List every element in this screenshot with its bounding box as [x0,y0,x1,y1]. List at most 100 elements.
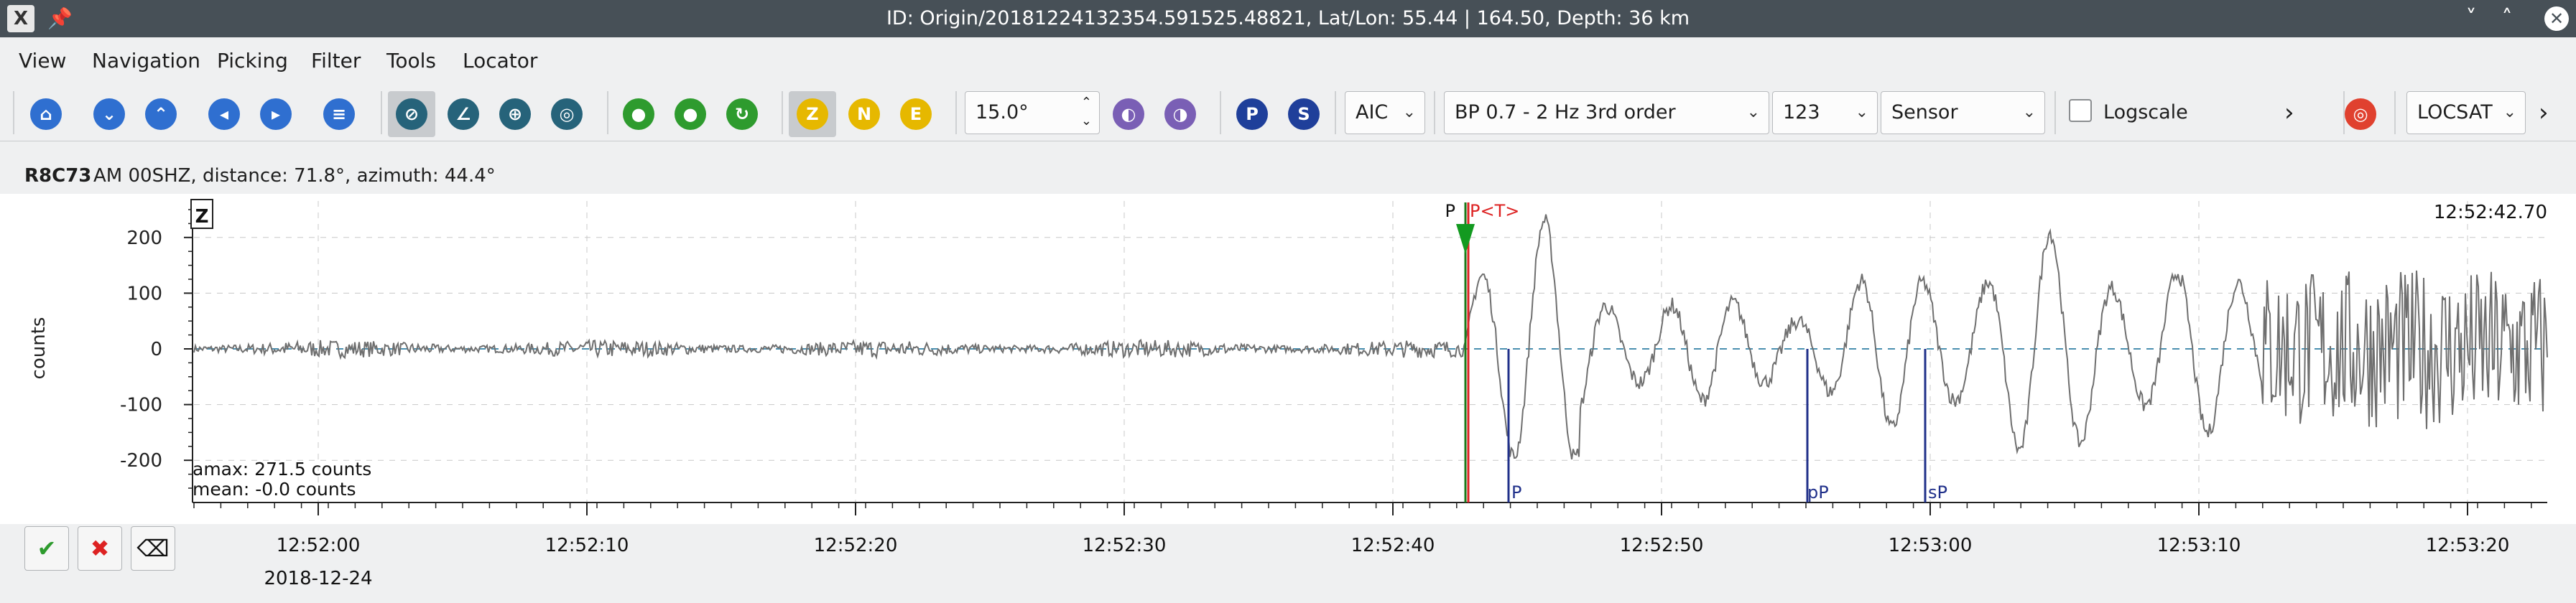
toolbar-separator [782,91,783,134]
sp-arrival-label: sP [1928,482,1947,502]
filter-select[interactable]: BP 0.7 - 2 Hz 3rd order ⌄ [1444,91,1769,134]
toolbar: ⌂ ⌄ ⌃ ◂ ▸ ≡ ⊘ ∠ ⊕ ◎ ● ● ↻ Z N E 15.0° ⌃ … [0,84,2576,141]
reject-button[interactable]: ✖ [78,526,122,571]
pick-s-button[interactable]: S [1288,98,1320,130]
p-arrival-label: P [1511,482,1521,502]
minimize-button[interactable]: ˅ [2457,4,2485,33]
station-code: R8C73 [24,165,92,187]
amax-label: amax: 271.5 counts [193,459,371,480]
pick-s-icon[interactable]: ● [675,98,706,130]
pick-p-button[interactable]: P [1236,98,1268,130]
rotate-icon[interactable]: ⊘ [396,98,427,130]
time-tick-label: 12:52:00 [277,535,361,556]
trace-plot[interactable]: 2001000-100-200 counts Z P P<T> P pP sP … [0,194,2576,531]
toolbar-separator [955,91,957,134]
y-tick-group: 200 100 0 -100 -200 [120,209,193,489]
toolbar-separator [381,91,382,134]
angle-value: 15.0° [976,101,1029,123]
y-tick-label: -200 [120,450,162,472]
angle-icon[interactable]: ∠ [448,98,479,130]
home-icon[interactable]: ⌂ [30,98,62,130]
toolbar-separator [1434,91,1435,134]
toolbar-separator [13,91,14,134]
accept-button[interactable]: ✔ [24,526,69,571]
unit-select[interactable]: Sensor ⌄ [1881,91,2045,134]
component-z-button[interactable]: Z [797,98,828,130]
toolbar-more-button[interactable]: › [2284,91,2294,134]
filter-value: BP 0.7 - 2 Hz 3rd order [1455,101,1676,123]
rotate-right-icon[interactable]: ◑ [1164,98,1196,130]
toolbar-overflow-button[interactable]: › [2539,91,2549,134]
title-bar: X 📌 ID: Origin/20181224132354.591525.488… [0,0,2576,37]
menu-filter[interactable]: Filter [311,37,361,84]
toolbar-separator [2054,91,2056,134]
menu-view[interactable]: View [19,37,66,84]
step-left-icon[interactable]: ◂ [208,98,240,130]
time-tick-label: 12:53:10 [2157,535,2241,556]
toolbar-separator [607,91,608,134]
spectrum-icon[interactable]: ◎ [551,98,583,130]
logscale-checkbox[interactable] [2069,99,2092,122]
zoom-icon[interactable]: ⊕ [499,98,531,130]
spin-up-icon[interactable]: ⌃ [1081,95,1092,111]
toolbar-separator [2394,91,2396,134]
toolbar-separator [1335,91,1336,134]
rotate-left-icon[interactable]: ◐ [1113,98,1144,130]
scroll-up-icon[interactable]: ⌃ [145,98,177,130]
time-tick-label: 12:52:20 [814,535,898,556]
picker-method-select[interactable]: AIC ⌄ [1345,91,1425,134]
components-select[interactable]: 123 ⌄ [1772,91,1878,134]
date-label: 2018-12-24 [264,568,372,589]
component-e-button[interactable]: E [900,98,932,130]
seismogram-trace [193,214,2548,460]
mean-label: mean: -0.0 counts [193,479,356,500]
chevron-down-icon: ⌄ [1402,103,1416,121]
time-tick-label: 12:52:10 [545,535,629,556]
time-tick-label: 12:52:50 [1620,535,1704,556]
time-tick-label: 12:52:40 [1351,535,1435,556]
logscale-label[interactable]: Logscale [2103,91,2188,134]
picker-method-value: AIC [1356,101,1389,123]
y-axis-label: counts [28,317,50,380]
locator-value: LOCSAT [2417,101,2493,123]
spin-down-icon[interactable]: ⌄ [1081,113,1092,129]
y-tick-label: 100 [126,283,162,304]
scroll-down-icon[interactable]: ⌄ [93,98,125,130]
components-value: 123 [1783,101,1820,123]
manual-p-pick-label: P [1445,201,1455,221]
component-n-button[interactable]: N [848,98,880,130]
component-label: Z [195,206,209,228]
time-tick-label: 12:53:00 [1889,535,1973,556]
align-icon[interactable]: ≡ [323,98,355,130]
toolbar-separator [1220,91,1221,134]
end-time-label: 12:52:42.70 [2434,202,2547,223]
locator-select[interactable]: LOCSAT ⌄ [2406,91,2526,134]
theoretical-p-pick-label: P<T> [1470,201,1519,221]
menu-bar: View Navigation Picking Filter Tools Loc… [0,37,2576,84]
chevron-down-icon: ⌄ [1746,103,1760,121]
trace-info-bar: R8C73 AM 00SHZ, distance: 71.8°, azimuth… [0,158,2576,194]
step-right-icon[interactable]: ▸ [260,98,292,130]
y-tick-label: -100 [120,395,162,416]
menu-tools[interactable]: Tools [386,37,436,84]
pick-p-icon[interactable]: ● [623,98,654,130]
time-tick-group: 12:52:00 12:52:10 12:52:20 12:52:30 12:52:40… [193,502,2532,556]
refresh-icon[interactable]: ↻ [726,98,758,130]
close-button[interactable]: ✕ [2544,6,2569,31]
menu-picking[interactable]: Picking [217,37,288,84]
clear-button[interactable]: ⌫ [131,526,175,571]
plot-grid [194,201,2547,502]
time-axis: 12:52:00 12:52:10 12:52:20 12:52:30 12:52:40… [193,502,2532,589]
check-icon: ✔ [37,535,57,562]
menu-locator[interactable]: Locator [463,37,537,84]
maximize-button[interactable]: ˄ [2493,4,2521,33]
angle-spinbox[interactable]: 15.0° ⌃ ⌄ [965,91,1100,134]
chevron-down-icon: ⌄ [2022,103,2036,121]
y-tick-label: 0 [150,339,162,360]
target-icon[interactable]: ◎ [2345,98,2376,130]
clear-icon: ⌫ [136,535,170,562]
chevron-down-icon: ⌄ [1855,103,1868,121]
menu-navigation[interactable]: Navigation [92,37,200,84]
window-title: ID: Origin/20181224132354.591525.48821, … [886,7,1690,29]
chevron-down-icon: ⌄ [2503,103,2516,121]
